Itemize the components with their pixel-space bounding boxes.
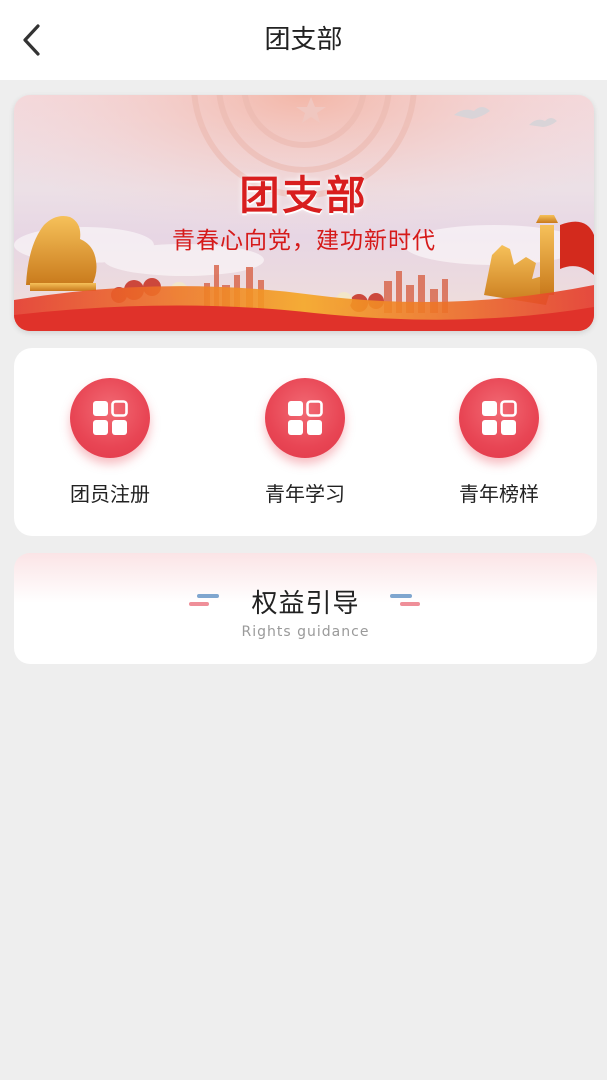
right-title-decoration — [390, 594, 420, 606]
navigation-bar: 团支部 — [0, 0, 607, 80]
banner-subtitle: 青春心向党，建功新时代 — [172, 228, 436, 254]
grid-icon — [265, 378, 345, 458]
menu-item-label: 青年学习 — [265, 482, 345, 506]
hero-banner: 团支部 青春心向党，建功新时代 — [14, 95, 594, 331]
menu-item-youth-role-models[interactable]: 青年榜样 — [414, 378, 584, 508]
rights-guidance-section: 权益引导 Rights guidance — [14, 553, 597, 664]
menu-item-youth-study[interactable]: 青年学习 — [220, 378, 390, 508]
menu-item-label: 团员注册 — [70, 482, 150, 506]
banner-title: 团支部 — [239, 173, 369, 219]
section-title: 权益引导 — [251, 589, 360, 619]
grid-icon — [70, 378, 150, 458]
menu-item-label: 青年榜样 — [459, 482, 539, 506]
feature-menu: 团员注册 青年学习 青年榜样 — [14, 348, 597, 536]
menu-item-member-registration[interactable]: 团员注册 — [25, 378, 195, 508]
page-title: 团支部 — [264, 25, 343, 55]
grid-icon — [459, 378, 539, 458]
section-subtitle: Rights guidance — [241, 624, 370, 640]
